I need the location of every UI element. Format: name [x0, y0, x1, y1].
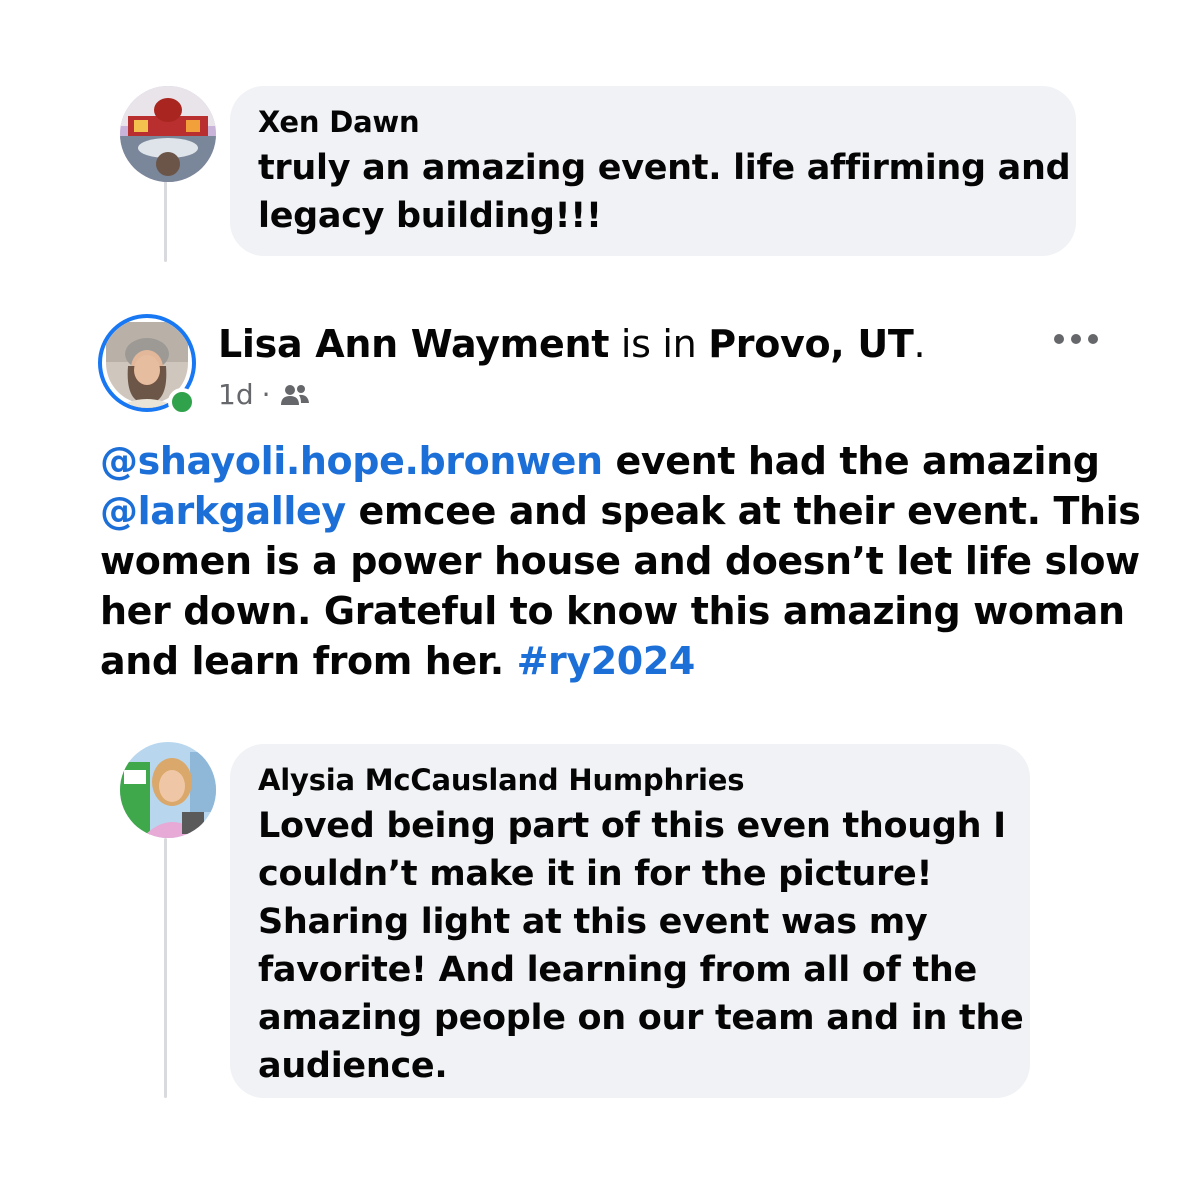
- mention-link[interactable]: @larkgalley: [100, 489, 346, 533]
- mention-link[interactable]: @shayoli.hope.bronwen: [100, 439, 603, 483]
- post-body-text: and learn from her.: [100, 639, 517, 683]
- post-body-line: her down. Grateful to know this amazing …: [100, 589, 1125, 633]
- comment-text: truly an amazing event. life affirming a…: [258, 144, 1071, 240]
- comment-text: Loved being part of this even though I c…: [258, 802, 1024, 1090]
- comment-text-line: couldn’t make it in for the picture!: [258, 854, 933, 894]
- post-body-line: @shayoli.hope.bronwen event had the amaz…: [100, 436, 1141, 486]
- comment-text-line: audience.: [258, 1046, 448, 1086]
- online-status-dot: [168, 388, 196, 416]
- post-body-text: emcee and speak at their event. This: [345, 489, 1141, 533]
- commenter-avatar[interactable]: [120, 742, 216, 838]
- post-body-line: women is a power house and doesn’t let l…: [100, 539, 1140, 583]
- meta-separator: ·: [261, 378, 271, 411]
- comment-text-line: Loved being part of this even though I: [258, 806, 1006, 846]
- thread-line: [164, 180, 167, 262]
- commenter-avatar[interactable]: [120, 86, 216, 182]
- comment-author[interactable]: Alysia McCausland Humphries: [258, 763, 744, 797]
- hashtag-link[interactable]: #ry2024: [517, 639, 696, 683]
- comment-text-line: amazing people on our team and in the: [258, 998, 1024, 1038]
- comment-author[interactable]: Xen Dawn: [258, 105, 420, 139]
- post-author-name[interactable]: Lisa Ann Wayment: [218, 322, 609, 366]
- post-meta: 1d ·: [218, 378, 311, 411]
- post-body-line: and learn from her. #ry2024: [100, 636, 1141, 686]
- friends-icon[interactable]: [279, 382, 311, 408]
- post-body-line: @larkgalley emcee and speak at their eve…: [100, 486, 1141, 536]
- post-body-text: event had the amazing: [602, 439, 1100, 483]
- comment-text-line: favorite! And learning from all of the: [258, 950, 977, 990]
- post-checkin-text: is in: [609, 322, 709, 366]
- comment-text-line: legacy building!!!: [258, 196, 602, 236]
- post-body: @shayoli.hope.bronwen event had the amaz…: [100, 436, 1141, 686]
- more-options-icon[interactable]: [1054, 325, 1098, 353]
- post-header: Lisa Ann Wayment is in Provo, UT.: [218, 322, 926, 366]
- post-location[interactable]: Provo, UT: [708, 322, 914, 366]
- post-timestamp[interactable]: 1d: [218, 378, 254, 411]
- post-location-suffix: .: [913, 322, 926, 366]
- comment-text-line: Sharing light at this event was my: [258, 902, 928, 942]
- thread-line: [164, 838, 167, 1098]
- comment-text-line: truly an amazing event. life affirming a…: [258, 148, 1071, 188]
